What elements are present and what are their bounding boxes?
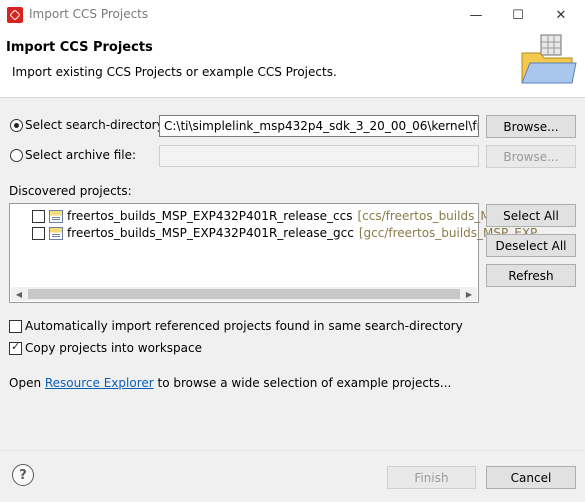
scrollbar-thumb[interactable] bbox=[28, 289, 460, 299]
auto-import-checkbox[interactable] bbox=[9, 320, 22, 333]
title-bar: Import CCS Projects — ☐ ✕ bbox=[0, 0, 585, 30]
archive-file-input[interactable] bbox=[159, 145, 479, 167]
search-directory-input[interactable]: C:\ti\simplelink_msp432p4_sdk_3_20_00_06… bbox=[159, 115, 479, 137]
cancel-button[interactable]: Cancel bbox=[486, 466, 576, 489]
footer-divider bbox=[0, 450, 585, 451]
list-item[interactable]: freertos_builds_MSP_EXP432P401R_release_… bbox=[32, 225, 537, 241]
search-directory-label: Select search-directory: bbox=[25, 118, 167, 132]
browse-archive-button[interactable]: Browse... bbox=[486, 145, 576, 168]
project-checkbox[interactable] bbox=[32, 226, 45, 240]
project-checkbox[interactable] bbox=[32, 209, 45, 223]
deselect-all-button[interactable]: Deselect All bbox=[486, 234, 576, 257]
wizard-header: Import CCS Projects Import existing CCS … bbox=[0, 30, 585, 98]
import-folder-icon bbox=[521, 34, 577, 84]
auto-import-label: Automatically import referenced projects… bbox=[25, 319, 463, 333]
app-icon bbox=[7, 7, 23, 23]
resource-explorer-link[interactable]: Resource Explorer bbox=[45, 376, 154, 390]
resource-explorer-text: Open Resource Explorer to browse a wide … bbox=[9, 376, 451, 390]
search-directory-radio[interactable] bbox=[10, 119, 23, 132]
copy-projects-label: Copy projects into workspace bbox=[25, 341, 203, 355]
ccs-project-icon bbox=[49, 209, 63, 223]
page-title: Import CCS Projects bbox=[6, 40, 153, 55]
page-description: Import existing CCS Projects or example … bbox=[12, 65, 337, 79]
resource-prefix: Open bbox=[9, 376, 45, 390]
refresh-button[interactable]: Refresh bbox=[486, 264, 576, 287]
browse-directory-button[interactable]: Browse... bbox=[486, 115, 576, 138]
scroll-right-icon[interactable]: ▶ bbox=[461, 287, 477, 301]
close-button[interactable]: ✕ bbox=[545, 0, 577, 30]
archive-file-label: Select archive file: bbox=[25, 148, 137, 162]
ccs-project-icon bbox=[49, 226, 63, 240]
resource-suffix: to browse a wide selection of example pr… bbox=[153, 376, 452, 390]
maximize-button[interactable]: ☐ bbox=[502, 0, 534, 30]
project-name: freertos_builds_MSP_EXP432P401R_release_… bbox=[67, 226, 354, 240]
project-name: freertos_builds_MSP_EXP432P401R_release_… bbox=[67, 209, 353, 223]
list-item[interactable]: freertos_builds_MSP_EXP432P401R_release_… bbox=[32, 208, 542, 224]
help-icon[interactable]: ? bbox=[12, 464, 34, 486]
finish-button[interactable]: Finish bbox=[387, 466, 476, 489]
discovered-projects-label: Discovered projects: bbox=[9, 184, 132, 198]
horizontal-scrollbar[interactable]: ◀ ▶ bbox=[11, 287, 477, 301]
copy-projects-checkbox[interactable] bbox=[9, 340, 22, 355]
select-all-button[interactable]: Select All bbox=[486, 204, 576, 227]
archive-file-radio[interactable] bbox=[10, 149, 23, 162]
scroll-left-icon[interactable]: ◀ bbox=[11, 287, 27, 301]
minimize-button[interactable]: — bbox=[460, 0, 492, 30]
projects-list[interactable]: freertos_builds_MSP_EXP432P401R_release_… bbox=[9, 203, 542, 303]
window-title: Import CCS Projects bbox=[29, 7, 149, 21]
